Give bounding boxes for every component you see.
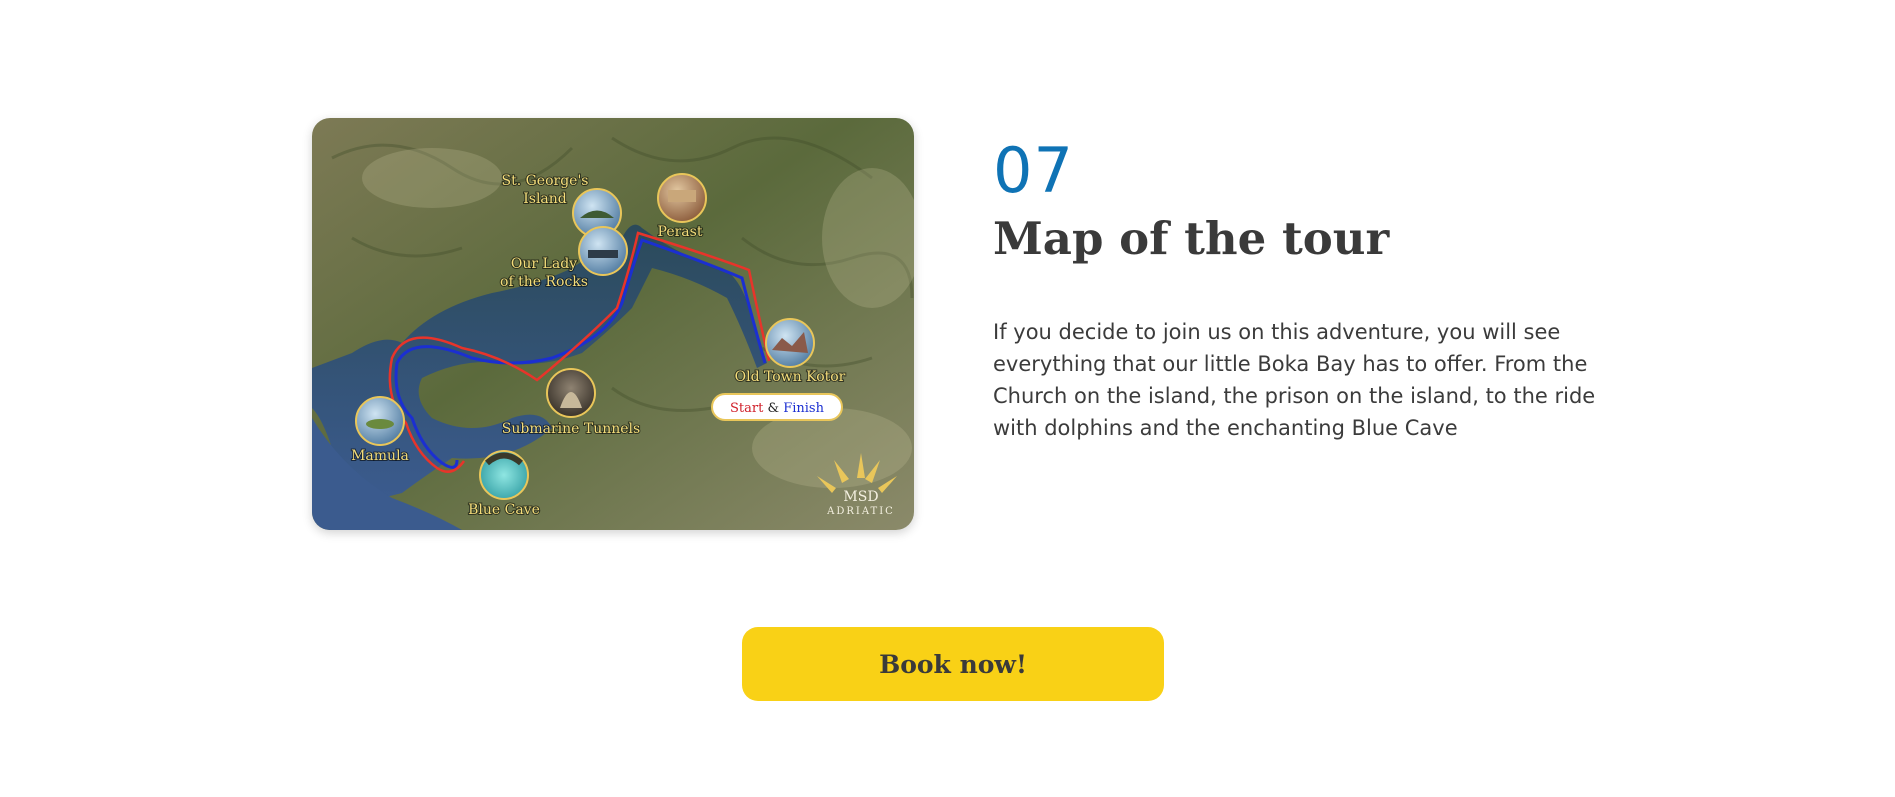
tour-map-image: St. George's Island Perast Our Lady of t…: [312, 118, 914, 530]
amp-label: &: [767, 401, 783, 416]
svg-text:Start & Fini: Start & Finish: [730, 401, 825, 416]
finish-label: Finish: [783, 401, 824, 416]
logo-top-text: MSD: [843, 489, 878, 505]
tour-description: If you decide to join us on this adventu…: [993, 319, 1596, 440]
label-st-george-line1: St. George's: [502, 173, 589, 189]
logo-bottom-text: ADRIATIC: [826, 506, 895, 517]
our-lady-thumbnail: [578, 226, 628, 276]
mamula-thumbnail: [355, 396, 405, 446]
page-title: Map of the tour: [993, 212, 1390, 265]
blue-cave-thumbnail: [479, 450, 529, 500]
label-old-town-kotor: Old Town Kotor: [735, 369, 846, 385]
label-blue-cave: Blue Cave: [468, 502, 540, 518]
old-town-kotor-thumbnail: [765, 318, 815, 368]
label-st-george-line2: Island: [523, 191, 567, 207]
label-our-lady-line2: of the Rocks: [500, 274, 588, 290]
start-finish-badge: Start & Finish: [711, 393, 843, 421]
label-submarine-tunnels: Submarine Tunnels: [502, 421, 640, 437]
tour-map-svg: St. George's Island Perast Our Lady of t…: [312, 118, 914, 530]
label-mamula: Mamula: [351, 448, 409, 464]
book-now-button[interactable]: Book now!: [742, 627, 1164, 701]
tour-info-section: 07 Map of the tour If you decide to join…: [993, 140, 1613, 444]
submarine-tunnels-thumbnail: [546, 368, 596, 418]
perast-thumbnail: [657, 173, 707, 223]
start-label: Start: [730, 401, 764, 416]
step-number: 07: [993, 134, 1074, 207]
label-our-lady-line1: Our Lady: [511, 256, 577, 272]
label-perast: Perast: [658, 224, 703, 240]
